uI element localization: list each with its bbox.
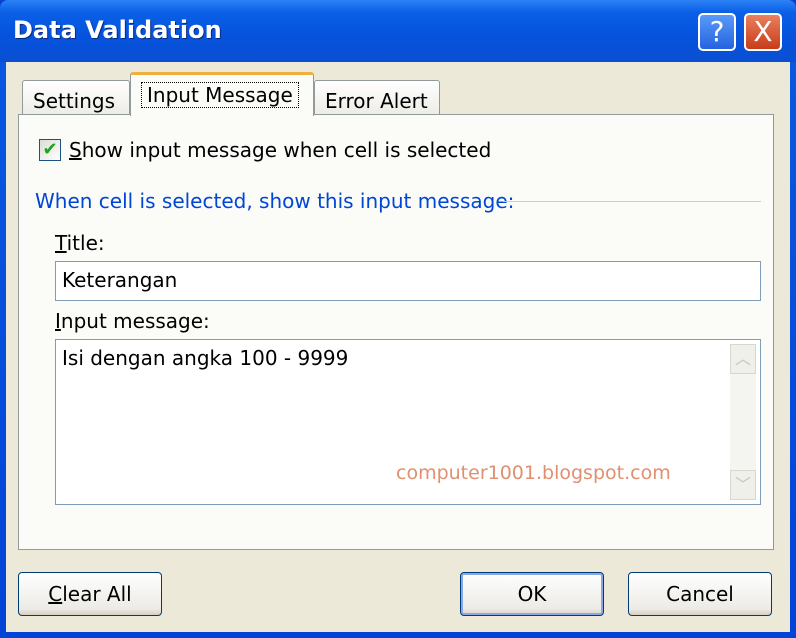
scroll-up-icon[interactable]: ︿ bbox=[730, 344, 756, 374]
input-message-textarea[interactable]: Isi dengan angka 100 - 9999 computer1001… bbox=[55, 339, 761, 505]
ok-button[interactable]: OK bbox=[460, 572, 604, 616]
tab-settings[interactable]: Settings bbox=[22, 80, 130, 116]
dialog-window: Data Validation ? X Settings Input Messa… bbox=[0, 0, 796, 638]
tab-label: Error Alert bbox=[325, 89, 428, 113]
input-message-text: Isi dengan angka 100 - 9999 bbox=[62, 346, 349, 370]
clear-all-label: Clear All bbox=[48, 582, 132, 606]
group-divider bbox=[503, 201, 761, 202]
watermark: computer1001.blogspot.com bbox=[396, 462, 671, 484]
tab-error-alert[interactable]: Error Alert bbox=[314, 80, 440, 116]
scroll-down-icon[interactable]: ﹀ bbox=[730, 470, 756, 500]
title-bar[interactable]: Data Validation ? X bbox=[0, 0, 796, 62]
dialog-body: Settings Input Message Error Alert ✔ Sho… bbox=[6, 62, 790, 632]
scrollbar[interactable]: ︿ ﹀ bbox=[730, 344, 756, 500]
dialog-title: Data Validation bbox=[13, 16, 222, 44]
clear-all-button[interactable]: Clear All bbox=[18, 572, 162, 616]
tab-panel: ✔ Show input message when cell is select… bbox=[18, 114, 774, 550]
show-message-checkbox[interactable]: ✔ bbox=[39, 139, 61, 161]
tab-input-message[interactable]: Input Message bbox=[130, 72, 314, 116]
input-message-label: Input message: bbox=[55, 309, 210, 333]
group-label: When cell is selected, show this input m… bbox=[35, 189, 515, 213]
help-icon[interactable]: ? bbox=[698, 13, 736, 51]
tab-label: Input Message bbox=[141, 82, 299, 108]
title-input[interactable]: Keterangan bbox=[55, 261, 761, 301]
title-label: Title: bbox=[55, 231, 105, 255]
cancel-button[interactable]: Cancel bbox=[628, 572, 772, 616]
show-message-label[interactable]: Show input message when cell is selected bbox=[69, 138, 491, 162]
tab-label: Settings bbox=[33, 89, 116, 113]
close-icon[interactable]: X bbox=[744, 13, 782, 51]
